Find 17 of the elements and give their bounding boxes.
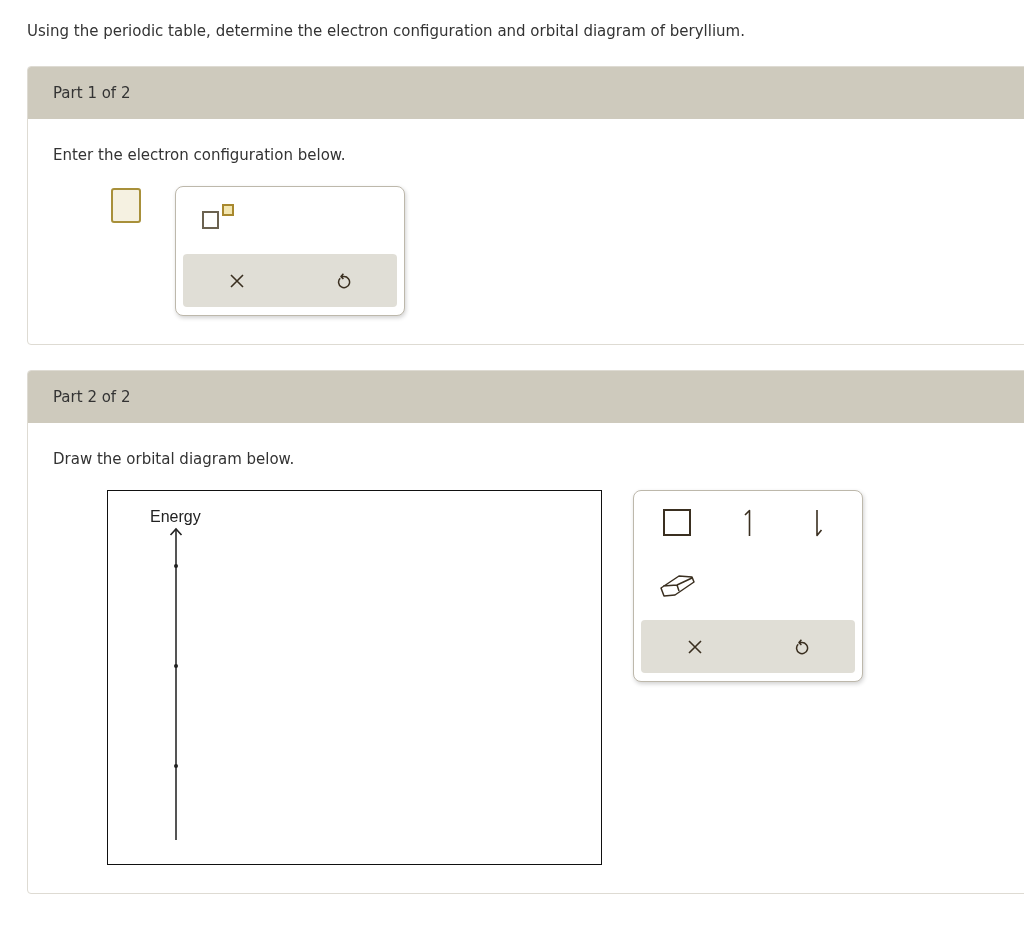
drawing-canvas[interactable]: Energy [107, 490, 602, 865]
axis-tick [174, 764, 178, 768]
undo-icon[interactable] [336, 272, 351, 289]
answer-box[interactable] [111, 188, 141, 223]
close-icon[interactable] [229, 273, 244, 288]
close-icon[interactable] [687, 639, 702, 654]
prompt-text: Draw the orbital diagram below. [53, 450, 296, 468]
question-text: Using the periodic table, determine the electron configuration and orbital diagram of beryllium. [26, 21, 746, 40]
part-header: Part 1 of 2 [28, 67, 1024, 119]
square-icon[interactable] [662, 509, 691, 536]
axis-label: Energy [150, 507, 201, 526]
axis-tick [174, 564, 178, 568]
axis-tick [174, 664, 178, 668]
prompt-text: Enter the electron configuration below. [53, 146, 347, 164]
part-header: Part 2 of 2 [28, 371, 1024, 423]
superscript-icon[interactable] [202, 204, 234, 229]
undo-icon[interactable] [794, 638, 809, 655]
